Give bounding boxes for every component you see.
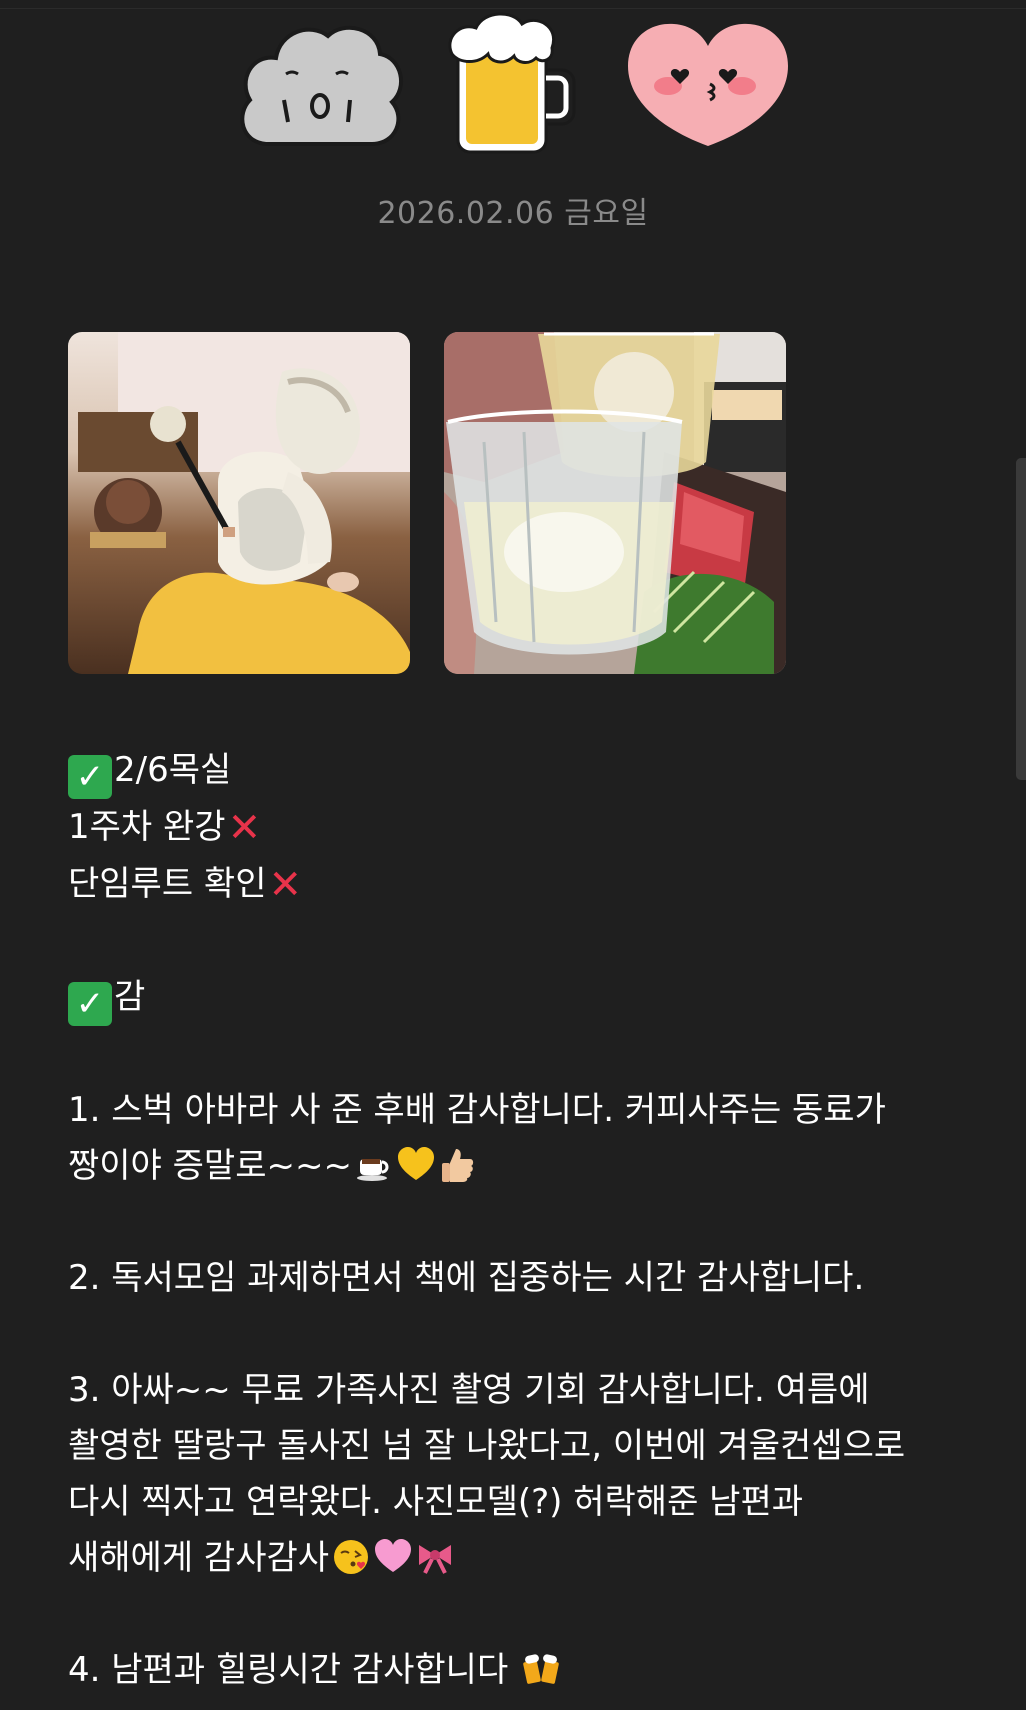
baby-hanbok-photo[interactable] [68,332,410,674]
yellow-heart-icon [397,1147,434,1180]
beer-mugs-icon [523,1654,559,1684]
entry-date: 2026.02.06 금요일 [377,196,649,231]
kissing-face-icon [334,1540,369,1574]
section-title-1: ✓ 2/6목실 [68,742,968,799]
cross-mark-icon: ✕ [268,862,303,908]
coffee-icon [356,1159,389,1181]
cross-mark-icon: ✕ [227,805,262,851]
gratitude-1-line-2: 짱이야 증말로~~~ [68,1138,968,1194]
sticker-row [0,0,1026,170]
scrollbar[interactable] [1016,458,1026,780]
ribbon-icon [419,1545,452,1574]
kissing-heart-sticker [628,23,788,146]
gratitude-3-line-3: 다시 찍자고 연락왔다. 사진모델(?) 허락해준 남편과 [68,1482,804,1522]
thumbs-up-icon [441,1149,474,1182]
toast-glasses-photo[interactable] [444,332,786,674]
gratitude-2: 2. 독서모임 과제하면서 책에 집중하는 시간 감사합니다. [68,1258,865,1298]
gratitude-3-line-4: 새해에게 감사감사 [68,1530,968,1586]
check-mark-icon: ✓ [68,982,112,1026]
item-route: 단임루트 확인✕ [68,856,968,913]
item-lecture: 1주차 완강✕ [68,799,968,856]
entry-body: ✓ 2/6목실 1주차 완강✕ 단임루트 확인✕ ✓ 감 1. 스벅 아바라 사 준… [68,742,968,1698]
gratitude-3-line-2: 촬영한 딸랑구 돌사진 넘 잘 나왔다고, 이번에 겨울컨셉으로 [68,1426,906,1466]
check-mark-icon: ✓ [68,755,112,799]
gratitude-4: 4. 남편과 힐링시간 감사합니다 [68,1642,968,1698]
gratitude-1-line-1: 1. 스벅 아바라 사 준 후배 감사합니다. 커피사주는 동료가 [68,1090,886,1130]
sad-cloud-sticker [240,25,403,146]
gratitude-3-line-1: 3. 아싸~~ 무료 가족사진 촬영 기회 감사합니다. 여름에 [68,1370,870,1410]
section-title-2: ✓ 감 [68,969,968,1026]
beer-mug-sticker [448,12,576,154]
pink-heart-icon [375,1539,412,1572]
